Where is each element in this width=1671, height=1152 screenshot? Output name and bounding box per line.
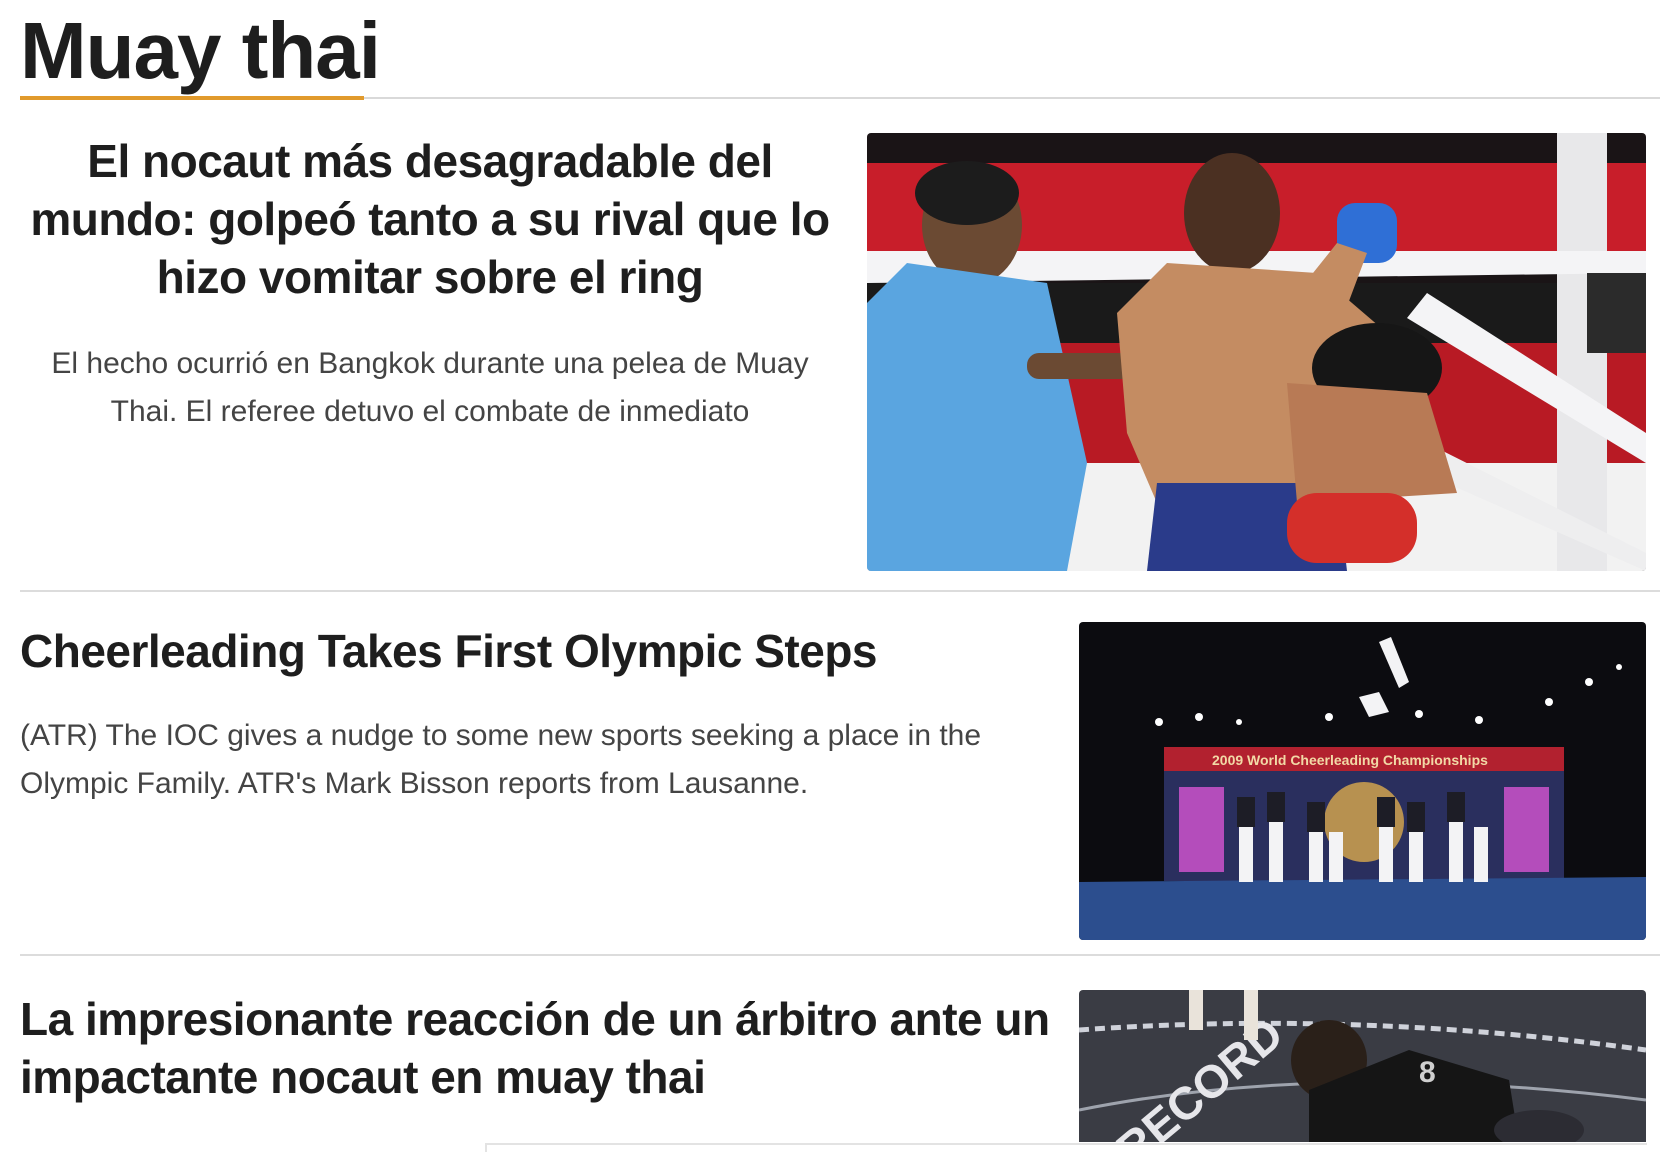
svg-text:8: 8 [1419, 1056, 1436, 1089]
article-card[interactable]: La impresionante reacción de un árbitro … [20, 0, 1660, 1152]
referee-reaction-photo-image: RECORD 8 [1079, 990, 1646, 1142]
news-section-page: Muay thai El nocaut más desagradable del… [0, 0, 1671, 1152]
bottom-partial-panel [485, 1143, 1647, 1152]
article-thumbnail-referee-reaction[interactable]: RECORD 8 [1079, 990, 1646, 1142]
article-headline[interactable]: La impresionante reacción de un árbitro … [20, 990, 1080, 1106]
